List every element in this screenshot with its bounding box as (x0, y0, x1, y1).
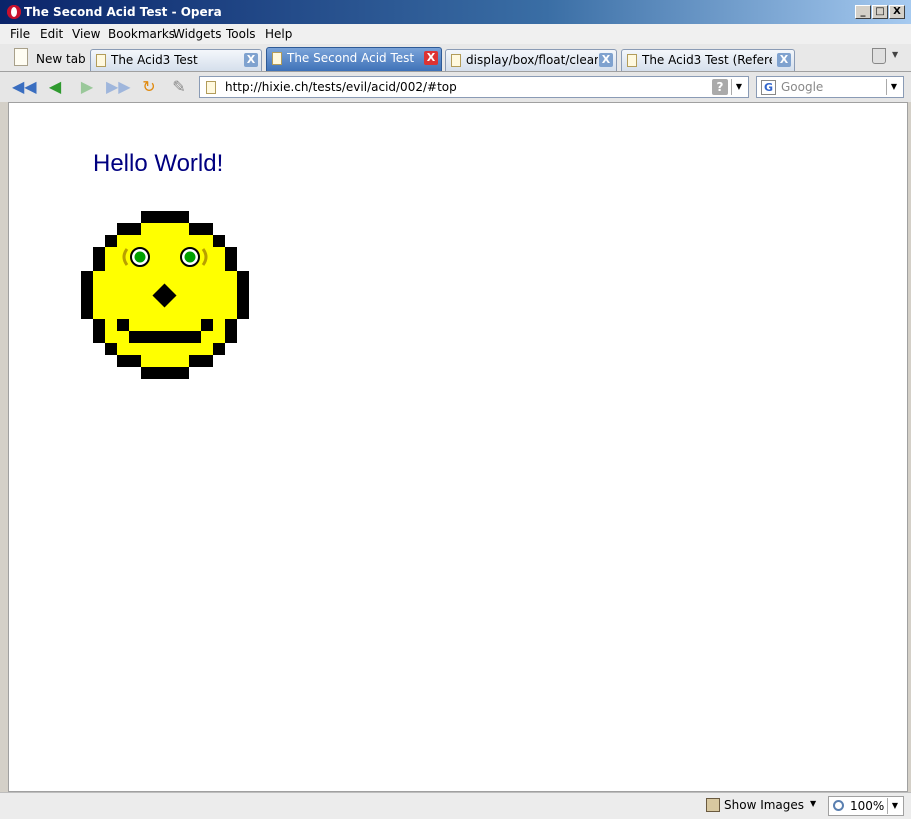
page-icon (451, 54, 461, 67)
title-bar: The Second Acid Test - Opera _ □ X (0, 0, 911, 24)
tab-label: The Acid3 Test (Refere... (642, 53, 772, 67)
menu-edit[interactable]: Edit (40, 27, 63, 41)
page-viewport: Hello World! (8, 102, 908, 792)
left-iris (134, 251, 146, 263)
address-input[interactable]: http://hixie.ch/tests/evil/acid/002/#top (225, 80, 457, 94)
new-tab-label: New tab (36, 52, 86, 66)
tab-label: The Second Acid Test (287, 51, 415, 65)
zoom-control[interactable]: 100% ▼ (828, 796, 904, 816)
chevron-down-icon[interactable]: ▼ (887, 798, 902, 814)
navigation-toolbar: ◀◀ ◀ ▶ ▶▶ ↻ ✎ http://hixie.ch/tests/evil… (0, 72, 911, 102)
search-field[interactable]: G Google ▼ (756, 76, 904, 98)
status-bar: Show Images ▼ 100% ▼ (0, 792, 911, 819)
tab-display-box-float[interactable]: display/box/float/clear ... X (445, 49, 617, 71)
left-eyebrow (122, 248, 129, 266)
forward-icon[interactable]: ▶ (76, 76, 98, 98)
mouth-left (117, 319, 129, 331)
page-icon (272, 52, 282, 65)
menu-view[interactable]: View (72, 27, 100, 41)
edit-pen-icon[interactable]: ✎ (168, 76, 190, 98)
close-button[interactable]: X (889, 5, 905, 19)
eyes (122, 247, 208, 267)
opera-logo-icon (7, 5, 21, 19)
tab-close-icon[interactable]: X (599, 53, 613, 67)
tab-label: display/box/float/clear ... (466, 53, 598, 67)
tab-label: The Acid3 Test (111, 53, 198, 67)
menu-tools[interactable]: Tools (226, 27, 256, 41)
new-tab-button[interactable]: New tab (10, 46, 86, 70)
page-icon (627, 54, 637, 67)
chevron-down-icon[interactable]: ▼ (731, 79, 746, 95)
fast-forward-icon[interactable]: ▶▶ (106, 76, 131, 98)
page-icon (206, 81, 216, 94)
right-iris (184, 251, 196, 263)
search-input[interactable]: Google (781, 80, 823, 94)
page-heading: Hello World! (93, 150, 224, 177)
mouth (129, 331, 201, 343)
address-bar[interactable]: http://hixie.ch/tests/evil/acid/002/#top… (199, 76, 749, 98)
zoom-level: 100% (850, 799, 885, 813)
minimize-button[interactable]: _ (855, 5, 871, 19)
menu-help[interactable]: Help (265, 27, 292, 41)
tab-bar: New tab The Acid3 Test X The Second Acid… (0, 44, 911, 72)
tab-close-icon[interactable]: X (244, 53, 258, 67)
menu-widgets[interactable]: Widgets (173, 27, 222, 41)
magnifier-icon (833, 800, 844, 811)
tab-close-icon[interactable]: X (777, 53, 791, 67)
tab-close-icon[interactable]: X (424, 51, 438, 65)
page-icon (96, 54, 106, 67)
back-icon[interactable]: ◀ (44, 76, 66, 98)
tab-second-acid-test[interactable]: The Second Acid Test X (266, 47, 442, 71)
chevron-down-icon[interactable]: ▼ (810, 799, 816, 808)
google-icon[interactable]: G (761, 80, 776, 95)
show-images-button[interactable]: Show Images (724, 798, 804, 812)
chevron-down-icon[interactable]: ▼ (886, 79, 901, 95)
reload-icon[interactable]: ↻ (138, 76, 160, 98)
tab-acid3[interactable]: The Acid3 Test X (90, 49, 262, 71)
mouth-right (201, 319, 213, 331)
menu-bar: File Edit View Bookmarks Widgets Tools H… (0, 24, 911, 44)
rewind-icon[interactable]: ◀◀ (12, 76, 37, 98)
trash-icon[interactable] (872, 48, 886, 64)
tab-acid3-reference[interactable]: The Acid3 Test (Refere... X (621, 49, 795, 71)
right-eyebrow (201, 248, 208, 266)
maximize-button[interactable]: □ (872, 5, 888, 19)
smiley-face (81, 211, 251, 381)
new-page-icon (14, 48, 28, 66)
image-icon[interactable] (706, 798, 720, 812)
window-title: The Second Acid Test - Opera (24, 5, 222, 19)
chevron-down-icon[interactable]: ▼ (892, 50, 898, 59)
help-icon[interactable]: ? (712, 79, 728, 95)
menu-file[interactable]: File (10, 27, 30, 41)
menu-bookmarks[interactable]: Bookmarks (108, 27, 175, 41)
